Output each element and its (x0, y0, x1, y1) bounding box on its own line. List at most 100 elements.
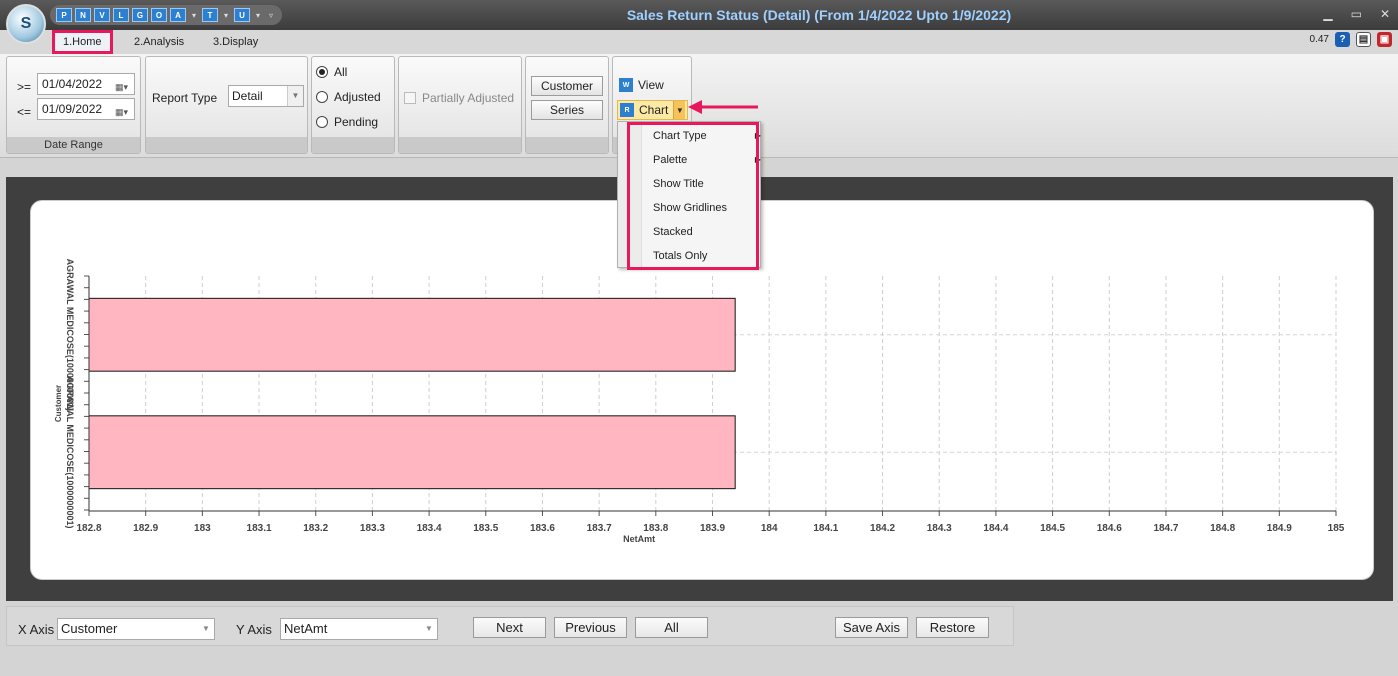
chart-icon: R (620, 103, 634, 117)
x-tick-label: 184.1 (813, 523, 838, 534)
x-axis-label: X Axis (18, 622, 55, 637)
previous-button[interactable]: Previous (554, 617, 627, 638)
pdf-icon[interactable]: ▣ (1377, 32, 1392, 47)
x-tick-label: 182.8 (76, 523, 101, 534)
window-controls: ▁ ▭ ✕ (1323, 7, 1390, 21)
report-type-select[interactable]: Detail ▼ (228, 85, 304, 107)
chart-button[interactable]: R Chart ▼ (617, 100, 689, 120)
radio-adjusted[interactable]: Adjusted (316, 90, 381, 104)
chart-label: Chart (639, 103, 669, 117)
x-tick-label: 184.8 (1210, 523, 1235, 534)
x-tick-label: 183.6 (530, 523, 555, 534)
radio-dot (316, 66, 328, 78)
maximize-icon[interactable]: ▭ (1351, 7, 1362, 21)
x-tick-label: 183.2 (303, 523, 328, 534)
x-tick-label: 184.2 (870, 523, 895, 534)
x-tick-label: 183.5 (473, 523, 498, 534)
y-category-label: AGRAWAL MEDICOSE(1000000001) (65, 376, 75, 528)
date-range-group: >= 01/04/2022 ▦▾ <= 01/09/2022 ▦▾ Date R… (6, 56, 141, 154)
tab-home[interactable]: 1.Home (52, 30, 113, 54)
x-tick-label: 184 (761, 523, 778, 534)
y-axis-title: Customer (54, 385, 63, 422)
radio-all[interactable]: All (316, 65, 347, 79)
x-axis-value: Customer (61, 621, 118, 636)
report-type-label: Report Type (152, 91, 218, 105)
report-type-value: Detail (232, 89, 263, 103)
to-date-picker[interactable]: 01/09/2022 ▦▾ (37, 98, 135, 120)
from-date-picker[interactable]: 01/04/2022 ▦▾ (37, 73, 135, 95)
submenu-arrow-icon: ▶ (754, 155, 761, 164)
x-tick-label: 185 (1328, 523, 1345, 534)
bar (88, 297, 736, 372)
status-icons: 0.47 ? ▤ ▣ (1310, 32, 1392, 47)
view-icon: W (619, 78, 633, 92)
document-icon[interactable]: ▤ (1356, 32, 1371, 47)
app-menu-button[interactable]: S (6, 4, 46, 44)
partially-adjusted-footer (399, 137, 521, 153)
version-label: 0.47 (1309, 34, 1329, 45)
all-button[interactable]: All (635, 617, 708, 638)
chevron-down-icon: ▼ (425, 624, 433, 633)
x-tick-label: 183 (194, 523, 211, 534)
annotation-arrow-icon (688, 100, 758, 114)
x-tick-label: 184.6 (1097, 523, 1122, 534)
close-icon[interactable]: ✕ (1380, 7, 1390, 21)
chart-dropdown-icon[interactable]: ▼ (673, 101, 686, 119)
x-tick-label: 183.1 (247, 523, 272, 534)
x-tick-label: 183.8 (643, 523, 668, 534)
report-type-group: Report Type Detail ▼ (145, 56, 308, 154)
x-tick-label: 184.4 (983, 523, 1008, 534)
menu-item-show-title[interactable]: Show Title (653, 175, 753, 193)
chevron-down-icon: ▼ (202, 624, 210, 633)
report-type-group-footer (146, 137, 307, 153)
x-axis-select[interactable]: Customer ▼ (57, 618, 215, 640)
date-range-label: Date Range (7, 137, 140, 153)
y-axis-value: NetAmt (284, 621, 328, 636)
partially-adjusted-group: Partially Adjusted (398, 56, 522, 154)
menu-item-stacked[interactable]: Stacked (653, 223, 753, 241)
x-tick-label: 184.9 (1267, 523, 1292, 534)
partially-adjusted-label: Partially Adjusted (422, 91, 515, 105)
partially-adjusted-checkbox[interactable]: Partially Adjusted (404, 91, 514, 105)
next-button[interactable]: Next (473, 617, 546, 638)
calendar-icon[interactable]: ▦▾ (115, 77, 131, 92)
series-button[interactable]: Series (531, 100, 603, 120)
radio-pending[interactable]: Pending (316, 115, 378, 129)
customer-button[interactable]: Customer (531, 76, 603, 96)
axis-controls-bar: X Axis Customer ▼ Y Axis NetAmt ▼ Next P… (6, 606, 1014, 646)
save-axis-button[interactable]: Save Axis (835, 617, 908, 638)
menu-gutter (618, 122, 642, 267)
bar (88, 415, 736, 490)
y-axis-select[interactable]: NetAmt ▼ (280, 618, 438, 640)
checkbox-box (404, 92, 416, 104)
menu-item-totals-only[interactable]: Totals Only (653, 247, 753, 265)
x-tick-label: 183.3 (360, 523, 385, 534)
restore-button[interactable]: Restore (916, 617, 989, 638)
from-date-value: 01/04/2022 (42, 77, 103, 91)
x-axis-title: NetAmt (623, 534, 655, 544)
calendar-icon[interactable]: ▦▾ (115, 102, 131, 117)
from-operator: >= (17, 80, 32, 94)
to-operator: <= (17, 105, 32, 119)
minimize-icon[interactable]: ▁ (1323, 7, 1332, 21)
tab-display[interactable]: 3.Display (205, 30, 266, 54)
status-filter-group: All Adjusted Pending (311, 56, 395, 154)
radio-dot (316, 91, 328, 103)
view-label: View (638, 78, 664, 92)
menu-item-chart-type[interactable]: Chart Type ▶ (653, 127, 761, 145)
grouping-group: Customer Series (525, 56, 609, 154)
title-bar: P N V L G O A ▾ T ▾ U ▾ ▿ Sales Return Status (Detai… (0, 0, 1398, 30)
ribbon-tab-bar: 1.Home 2.Analysis 3.Display 0.47 ? ▤ ▣ (0, 30, 1398, 54)
menu-item-show-gridlines[interactable]: Show Gridlines (653, 199, 753, 217)
chart-options-menu: Chart Type ▶ Palette ▶ Show Title Show Gridli… (617, 121, 761, 268)
radio-all-label: All (334, 65, 348, 79)
chevron-down-icon: ▼ (287, 86, 303, 106)
app-logo-icon: S (20, 15, 32, 32)
menu-item-palette[interactable]: Palette ▶ (653, 151, 761, 169)
help-icon[interactable]: ? (1335, 32, 1350, 47)
x-tick-label: 182.9 (133, 523, 158, 534)
view-button[interactable]: W View (619, 75, 664, 95)
tab-analysis[interactable]: 2.Analysis (126, 30, 192, 54)
x-tick-label: 184.7 (1153, 523, 1178, 534)
window-title: Sales Return Status (Detail) (From 1/4/2… (626, 7, 1012, 23)
